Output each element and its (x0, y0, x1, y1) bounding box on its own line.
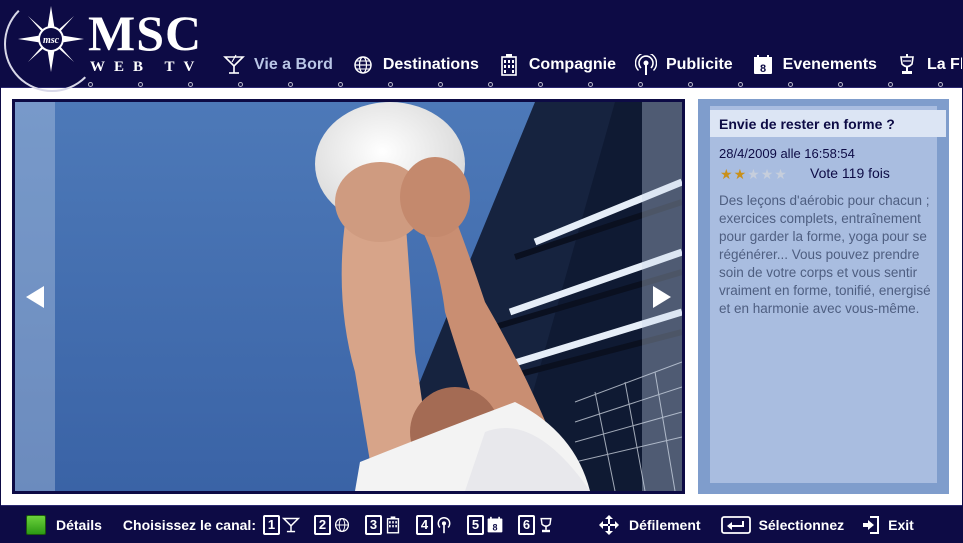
building-icon (384, 515, 402, 535)
enter-key-icon (720, 515, 751, 535)
nav-item-destinations[interactable]: Destinations (351, 53, 479, 77)
header-dot-rail (40, 82, 963, 90)
nav-item-compagnie[interactable]: Compagnie (497, 53, 616, 77)
channel-number: 6 (517, 514, 535, 535)
video-frame-image (15, 102, 682, 491)
video-description: Des leçons d'aérobic pour chacun ; exerc… (719, 193, 931, 316)
trophy-icon (895, 53, 919, 77)
video-player[interactable] (15, 102, 682, 491)
move-arrows-icon (598, 514, 619, 535)
nav-label: La Flotte (926, 56, 963, 73)
star-filled-icon[interactable]: ★ (720, 166, 734, 182)
channel-number: 2 (313, 514, 331, 535)
nav-item-evenements[interactable]: 8 Evenements (751, 53, 877, 77)
channel-number: 5 (466, 514, 484, 535)
nav-label: Compagnie (528, 56, 616, 73)
rating-stars[interactable]: ★★★★★ (720, 166, 788, 183)
select-label: Sélectionnez (758, 516, 845, 533)
svg-text:8: 8 (492, 522, 497, 532)
channel-number: 4 (415, 514, 433, 535)
channel-5-button[interactable]: 5 8 (466, 514, 504, 535)
logo-title: MSC (88, 5, 203, 61)
footer-bar: Détails Choisissez le canal: 1 2 3 4 5 8… (0, 505, 963, 543)
video-title: Envie de rester en forme ? (710, 110, 946, 137)
scroll-label: Défilement (628, 516, 701, 533)
green-button-icon (26, 514, 46, 535)
compass-rose-icon: msc (18, 6, 84, 72)
channel-6-button[interactable]: 6 (517, 514, 555, 535)
calendar-icon: 8 (486, 515, 504, 535)
channel-2-button[interactable]: 2 (313, 514, 351, 535)
exit-icon (862, 515, 880, 535)
main-nav: Vie a Bord Destinations Compagnie Public… (222, 50, 963, 80)
next-video-button[interactable] (642, 102, 682, 491)
logo-subtitle: WEB TV (90, 59, 204, 75)
previous-video-button[interactable] (15, 102, 55, 491)
cocktail-icon (222, 53, 246, 77)
nav-item-vie-a-bord[interactable]: Vie a Bord (222, 53, 333, 77)
select-control[interactable]: Sélectionnez (720, 515, 845, 535)
trophy-icon (537, 515, 555, 535)
calendar-icon: 8 (751, 53, 775, 77)
scroll-control[interactable]: Défilement (598, 514, 701, 535)
channel-1-button[interactable]: 1 (262, 514, 300, 535)
msc-logo[interactable]: msc MSC WEB TV (0, 0, 215, 92)
exit-label: Exit (888, 516, 914, 533)
channel-4-button[interactable]: 4 (415, 514, 453, 535)
channel-number: 3 (364, 514, 382, 535)
details-button[interactable]: Détails (0, 514, 102, 535)
star-filled-icon[interactable]: ★ (734, 166, 748, 182)
nav-label: Publicite (665, 56, 733, 73)
svg-text:msc: msc (43, 35, 60, 46)
video-info-panel: Envie de rester en forme ? 28/4/2009 all… (698, 99, 949, 494)
video-frame (12, 99, 685, 494)
channel-number: 1 (262, 514, 280, 535)
star-empty-icon[interactable]: ★ (774, 166, 788, 182)
nav-label: Vie a Bord (254, 56, 333, 73)
svg-text:8: 8 (760, 63, 766, 75)
channel-label: Choisissez le canal: (122, 516, 256, 533)
star-empty-icon[interactable]: ★ (747, 166, 761, 182)
nav-label: Evenements (782, 56, 877, 73)
nav-label: Destinations (382, 56, 479, 73)
globe-icon (333, 515, 351, 535)
arrow-left-icon (26, 285, 44, 308)
star-empty-icon[interactable]: ★ (761, 166, 775, 182)
vote-count: Vote 119 fois (810, 165, 890, 181)
video-date: 28/4/2009 alle 16:58:54 (719, 146, 855, 161)
broadcast-icon (634, 53, 658, 77)
arrow-right-icon (653, 285, 671, 308)
exit-button[interactable]: Exit (862, 515, 914, 535)
broadcast-icon (435, 515, 453, 535)
nav-item-publicite[interactable]: Publicite (634, 53, 733, 77)
globe-icon (351, 53, 375, 77)
nav-item-la-flotte[interactable]: La Flotte (895, 53, 963, 77)
info-panel-inner: Envie de rester en forme ? 28/4/2009 all… (710, 106, 946, 483)
cocktail-icon (281, 515, 300, 535)
details-label: Détails (56, 516, 102, 533)
channel-3-button[interactable]: 3 (364, 514, 402, 535)
header-bar: msc MSC WEB TV Vie a Bord Destinations C… (0, 0, 963, 92)
building-icon (497, 53, 521, 77)
